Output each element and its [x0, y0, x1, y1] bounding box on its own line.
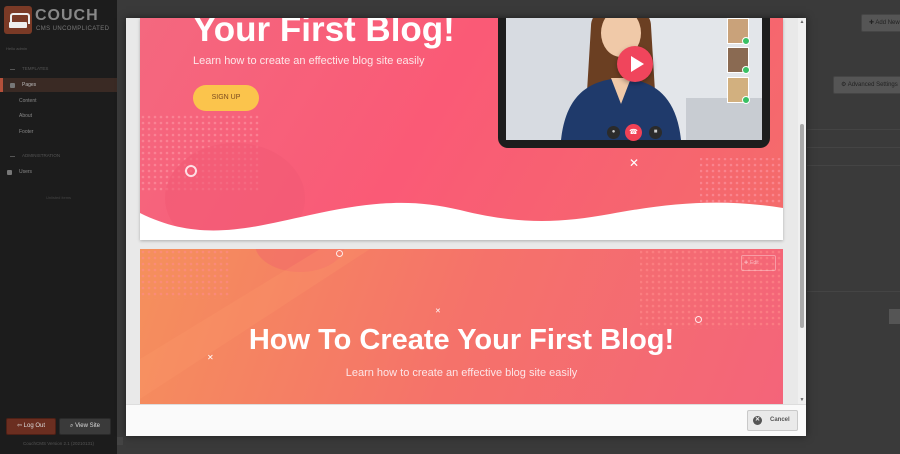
cancel-button[interactable]: ✕ Cancel	[747, 410, 798, 431]
version-text: CouchCMS Version 2.1 (20210131)	[22, 441, 95, 446]
hero-section-2: ✕ ✕ ✚ Edit How To Create Your First Blog!…	[140, 249, 783, 404]
cross-decoration: ✕	[629, 156, 640, 170]
participant-thumbnail[interactable]	[727, 18, 750, 45]
circle-decoration	[185, 165, 197, 177]
couch-logo-icon	[4, 6, 32, 34]
hero-subtitle: Learn how to create an effective blog si…	[345, 367, 578, 379]
scroll-thumb[interactable]	[800, 124, 804, 328]
sidebar-item-label: Users	[19, 169, 33, 175]
play-icon[interactable]	[617, 46, 653, 82]
couch-logo[interactable]: COUCH CMS UNCOMPLICATED	[4, 6, 114, 36]
scroll-down-icon[interactable]: ▼	[799, 397, 805, 403]
logout-icon: ⇦	[16, 423, 24, 429]
close-icon: ✕	[753, 416, 762, 425]
mic-icon[interactable]: ●	[607, 126, 620, 139]
modal-body: Your First Blog! Learn how to create an …	[126, 18, 806, 404]
divider	[807, 129, 900, 130]
background-button[interactable]	[889, 309, 900, 324]
user-greeting: Hello admin	[6, 46, 28, 51]
sidebar-item-label: Footer	[19, 129, 34, 135]
sidebar-item-label: Pages	[22, 82, 37, 88]
preview-modal: Your First Blog! Learn how to create an …	[126, 18, 806, 436]
add-new-button[interactable]: ✚ Add New	[861, 14, 900, 32]
logo-tagline: CMS UNCOMPLICATED	[36, 26, 110, 32]
divider	[807, 291, 900, 292]
scroll-up-icon[interactable]: ▲	[799, 19, 805, 25]
logo-name: COUCH	[35, 7, 99, 24]
hero-title: How To Create Your First Blog!	[248, 324, 675, 356]
hero-section-1: Your First Blog! Learn how to create an …	[140, 18, 783, 240]
signup-button[interactable]: SIGN UP	[193, 85, 259, 111]
sidebar-item-footer[interactable]: Footer	[0, 125, 117, 139]
divider	[807, 147, 900, 148]
gear-icon: ⚙	[841, 82, 848, 88]
logout-button[interactable]: ⇦ Log Out	[6, 418, 56, 435]
background-control	[117, 437, 123, 445]
modal-footer: ✕ Cancel	[126, 404, 806, 436]
users-icon	[7, 170, 12, 175]
view-site-button[interactable]: ⌕ View Site	[59, 418, 111, 435]
sidebar-item-label: Content	[19, 98, 37, 104]
sidebar-item-content[interactable]: Content	[0, 94, 117, 108]
hero-title: Your First Blog!	[193, 18, 455, 49]
participant-thumbnail[interactable]	[727, 47, 750, 74]
tablet-mockup: ● ☎ ■	[498, 18, 770, 148]
advanced-settings-button[interactable]: ⚙ Advanced Settings	[833, 76, 900, 94]
cross-decoration: ✕	[435, 308, 441, 315]
divider	[807, 165, 900, 166]
sidebar-item-about[interactable]: About	[0, 109, 117, 123]
participant-thumbnail[interactable]	[727, 77, 750, 104]
sidebar-item-users[interactable]: Users	[0, 165, 117, 179]
modal-scrollbar[interactable]: ▲ ▼	[798, 18, 806, 404]
admin-sidebar: COUCH CMS UNCOMPLICATED Hello admin TEMP…	[0, 0, 117, 454]
circle-decoration	[336, 250, 343, 257]
end-call-icon[interactable]: ☎	[625, 124, 642, 141]
sidebar-item-pages[interactable]: Pages	[0, 78, 117, 92]
plus-icon: ✚	[744, 260, 749, 266]
circle-decoration	[695, 316, 702, 323]
camera-icon[interactable]: ■	[649, 126, 662, 139]
sidebar-item-label: About	[19, 113, 33, 119]
hero-subtitle: Learn how to create an effective blog si…	[193, 55, 425, 67]
edit-button[interactable]: ✚ Edit	[741, 255, 776, 271]
pages-icon	[10, 83, 15, 88]
sidebar-note: Unlisted items	[45, 195, 72, 200]
